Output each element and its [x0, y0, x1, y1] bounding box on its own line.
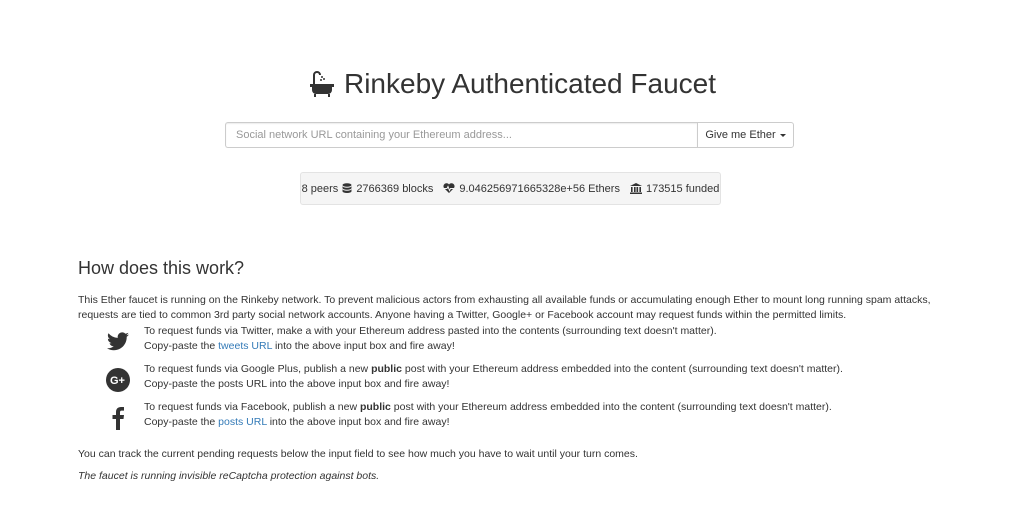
page-title-row: Rinkeby Authenticated Faucet [0, 68, 1024, 100]
google-plus-instructions: G+ To request funds via Google Plus, pub… [78, 362, 948, 394]
facebook-icon [106, 406, 130, 430]
section-heading: How does this work? [78, 258, 245, 278]
twitter-instructions: To request funds via Twitter, make a wit… [78, 324, 948, 356]
page-title: Rinkeby Authenticated Faucet [343, 68, 716, 99]
twitter-line-2-pre: Copy-paste the [144, 340, 219, 352]
funded-count: 173515 funded [645, 182, 720, 195]
google-public-bold: public [371, 363, 402, 375]
social-url-input[interactable] [225, 122, 697, 148]
google-line-2: Copy-paste the posts URL into the above … [144, 378, 450, 390]
recaptcha-note: The faucet is running invisible reCaptch… [78, 470, 380, 482]
twitter-line-1: To request funds via Twitter, make a wit… [144, 325, 717, 337]
heartbeat-icon [443, 183, 455, 194]
google-plus-icon: G+ [106, 368, 130, 392]
facebook-line-1-pre: To request funds via Facebook, publish a… [144, 401, 360, 413]
track-requests-note: You can track the current pending reques… [78, 448, 638, 460]
twitter-icon [106, 330, 130, 354]
facebook-public-bold: public [359, 401, 391, 413]
request-form: Give me Ether [225, 122, 794, 148]
twitter-line-2-post: into the above input box and fire away! [272, 340, 455, 352]
blocks-count: 2766369 blocks [356, 182, 434, 195]
facebook-line-2-pre: Copy-paste the [144, 416, 219, 428]
facebook-line-2-post: into the above input box and fire away! [266, 416, 450, 428]
peers-count: 8 peers [301, 182, 339, 195]
facebook-instructions: To request funds via Facebook, publish a… [78, 400, 948, 432]
tweets-url-link[interactable]: tweets URL [218, 340, 272, 352]
bank-icon [629, 183, 642, 194]
give-me-ether-label: Give me Ether [705, 129, 776, 141]
intro-paragraph: This Ether faucet is running on the Rink… [78, 294, 931, 321]
caret-down-icon [779, 133, 786, 137]
google-line-1-post: post with your Ethereum address embedded… [401, 363, 843, 375]
give-me-ether-button[interactable]: Give me Ether [697, 122, 794, 148]
facebook-line-1-post: post with your Ethereum address embedded… [390, 401, 832, 413]
how-it-works-section: How does this work? This Ether faucet is… [78, 258, 948, 482]
google-line-1-pre: To request funds via Google Plus, publis… [144, 363, 372, 375]
bathtub-icon [308, 70, 336, 98]
posts-url-link[interactable]: posts URL [218, 416, 267, 428]
svg-text:G+: G+ [110, 375, 125, 387]
ether-balance: 9.046256971665328e+56 Ethers [459, 182, 620, 195]
network-stats: 8 peers 2766369 blocks 9.046256971665328… [300, 172, 721, 205]
database-icon [342, 183, 352, 194]
